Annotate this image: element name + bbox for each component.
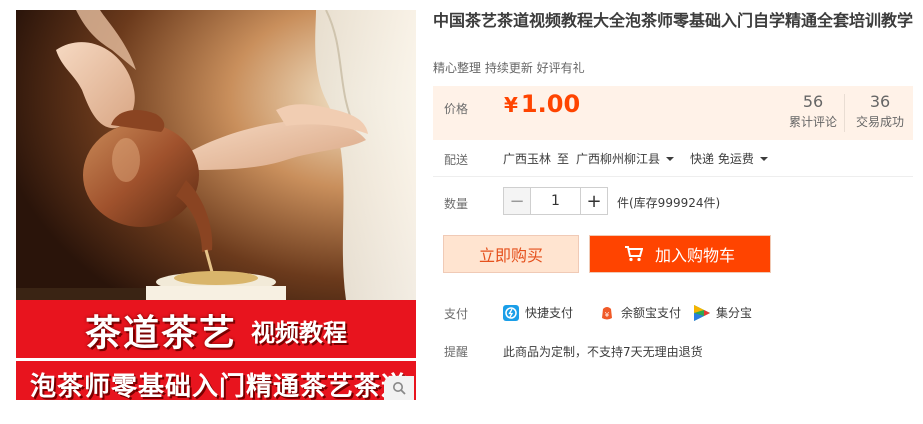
banner-subheadline: 视频教程 xyxy=(251,318,347,347)
price-panel: 价格 ¥ 1.00 56 累计评论 36 交易成功 xyxy=(433,86,913,140)
product-main-image[interactable]: 茶道茶艺 视频教程 泡茶师零基础入门精通茶艺茶道 xyxy=(16,10,416,400)
price-label: 价格 xyxy=(444,102,469,116)
review-count: 56 xyxy=(802,92,824,111)
product-title: 中国茶艺茶道视频教程大全泡茶师零基础入门自学精通全套培训教学 xyxy=(433,11,914,30)
price-value: ¥ 1.00 xyxy=(504,90,580,118)
yuebao-icon: ¥ xyxy=(602,306,612,319)
banner-divider xyxy=(16,358,416,361)
payment-jifenbao-label: 集分宝 xyxy=(716,306,753,320)
tea-pouring-photo xyxy=(16,10,416,300)
sales-count-stat: 36 交易成功 xyxy=(846,92,914,130)
payment-method-quick[interactable]: 快捷支付 xyxy=(503,304,573,321)
buy-now-button[interactable]: 立即购买 xyxy=(443,235,579,273)
shipping-method: 快递 免运费 xyxy=(690,152,754,166)
reminder-text: 此商品为定制，不支持7天无理由退货 xyxy=(503,345,703,359)
divider xyxy=(433,176,913,177)
payment-method-yuebao[interactable]: ¥ 余额宝支付 xyxy=(599,304,681,321)
payment-method-jifenbao[interactable]: 集分宝 xyxy=(694,304,752,321)
sales-count: 36 xyxy=(869,92,891,111)
add-to-cart-label: 加入购物车 xyxy=(654,246,735,265)
banner-tagline: 泡茶师零基础入门精通茶艺茶道 xyxy=(30,372,409,400)
reminder-label: 提醒 xyxy=(444,345,469,359)
stock-info: 件(库存999924件) xyxy=(617,196,721,210)
payment-quick-label: 快捷支付 xyxy=(525,306,574,320)
currency-symbol: ¥ xyxy=(504,93,518,117)
sales-count-label: 交易成功 xyxy=(855,115,904,129)
destination-select[interactable]: 广西柳州柳江县 xyxy=(576,150,675,167)
cart-icon xyxy=(624,246,643,262)
jifenbao-icon xyxy=(694,304,710,321)
payment-label: 支付 xyxy=(444,307,469,321)
shipping-method-select[interactable]: 快递 免运费 xyxy=(690,150,768,167)
review-count-stat[interactable]: 56 累计评论 xyxy=(779,92,847,130)
promo-banner: 茶道茶艺 视频教程 泡茶师零基础入门精通茶艺茶道 xyxy=(16,300,416,400)
add-to-cart-button[interactable]: 加入购物车 xyxy=(589,235,771,273)
increase-button[interactable]: + xyxy=(580,187,608,215)
quantity-stepper: − + xyxy=(503,187,608,215)
zoom-button[interactable] xyxy=(384,376,414,400)
svg-text:¥: ¥ xyxy=(605,311,610,319)
quick-pay-icon xyxy=(503,304,519,321)
ship-destination: 广西柳州柳江县 xyxy=(576,152,661,166)
payment-yuebao-label: 余额宝支付 xyxy=(621,306,682,320)
chevron-down-icon xyxy=(666,156,675,161)
shipping-label: 配送 xyxy=(444,153,469,167)
stat-divider xyxy=(844,94,845,132)
magnifier-icon xyxy=(393,382,406,395)
quantity-label: 数量 xyxy=(444,197,469,211)
review-count-label: 累计评论 xyxy=(788,115,837,129)
buy-now-label: 立即购买 xyxy=(478,246,543,265)
banner-headline: 茶道茶艺 xyxy=(84,313,237,354)
chevron-down-icon xyxy=(759,156,768,161)
ship-to-word: 至 xyxy=(557,152,570,166)
quantity-input[interactable] xyxy=(531,187,580,215)
product-subtitle: 精心整理 持续更新 好评有礼 xyxy=(433,61,585,75)
decrease-button[interactable]: − xyxy=(503,187,531,215)
price-amount: 1.00 xyxy=(520,90,581,118)
shipping-route: 广西玉林 至 xyxy=(503,150,575,167)
ship-from: 广西玉林 xyxy=(503,152,552,166)
